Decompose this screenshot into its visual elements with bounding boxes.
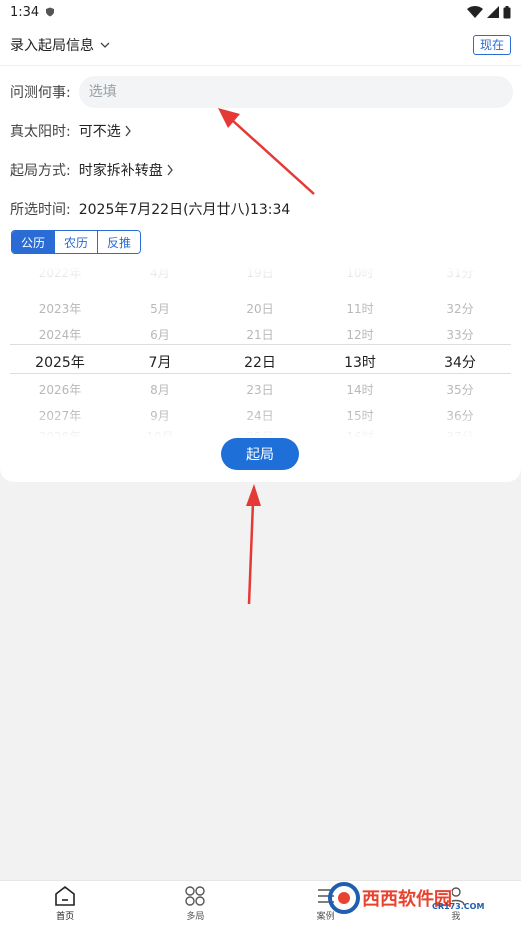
question-input[interactable] <box>78 76 513 108</box>
picker-cell[interactable]: 37分 <box>410 428 510 438</box>
picker-cell[interactable]: 25日 <box>210 428 310 438</box>
method-label: 起局方式: <box>10 163 71 179</box>
picker-cell[interactable]: 33分 <box>410 326 510 343</box>
tab-multi-label: 多局 <box>186 912 205 922</box>
signal-icon <box>487 6 499 18</box>
minute-wheel[interactable]: 31分 32分 33分 34分 35分 36分 37分 <box>410 266 510 438</box>
calendar-segmented-control: 公历 农历 反推 <box>11 230 142 254</box>
picker-cell[interactable]: 32分 <box>410 300 510 317</box>
picker-cell[interactable]: 31分 <box>410 266 510 281</box>
picker-cell-selected[interactable]: 7月 <box>110 352 210 372</box>
picker-cell[interactable]: 8月 <box>110 381 210 398</box>
picker-cell[interactable]: 5月 <box>110 300 210 317</box>
entry-card: 录入起局信息 现在 问测何事: 真太阳时: 可不选 起局方式: 时家拆补转盘 所… <box>0 24 521 482</box>
datetime-picker[interactable]: 2022年 2023年 2024年 2025年 2026年 2027年 2028… <box>10 266 511 438</box>
picker-cell[interactable]: 2026年 <box>10 381 110 398</box>
page-title[interactable]: 录入起局信息 <box>10 35 94 55</box>
wifi-icon <box>467 6 483 18</box>
tab-home[interactable]: 首页 <box>0 881 130 926</box>
picker-cell[interactable]: 14时 <box>310 381 410 398</box>
picker-cell[interactable]: 23日 <box>210 381 310 398</box>
selected-time-label: 所选时间: <box>10 202 71 218</box>
picker-cell-selected[interactable]: 34分 <box>410 352 510 372</box>
watermark: 西西软件园 CR173.COM <box>322 880 502 916</box>
picker-cell[interactable]: 9月 <box>110 407 210 424</box>
picker-cell[interactable]: 2028年 <box>10 428 110 438</box>
picker-cell[interactable]: 6月 <box>110 326 210 343</box>
picker-cell[interactable]: 10月 <box>110 428 210 438</box>
selected-time-value: 2025年7月22日(六月廿八)13:34 <box>78 202 291 218</box>
picker-cell[interactable]: 15时 <box>310 407 410 424</box>
picker-cell[interactable]: 36分 <box>410 407 510 424</box>
picker-cell[interactable]: 20日 <box>210 300 310 317</box>
chevron-right-icon[interactable] <box>166 164 174 176</box>
picker-cell-selected[interactable]: 13时 <box>310 352 410 372</box>
header-bar: 录入起局信息 现在 <box>0 24 521 66</box>
picker-cell[interactable]: 10时 <box>310 266 410 281</box>
picker-cell[interactable]: 12时 <box>310 326 410 343</box>
watermark-logo-icon <box>328 882 360 914</box>
picker-cell-selected[interactable]: 22日 <box>210 352 310 372</box>
status-bar: 1:34 <box>0 0 521 24</box>
annotation-arrow-bottom <box>246 484 261 605</box>
picker-cell[interactable]: 11时 <box>310 300 410 317</box>
question-label: 问测何事: <box>10 85 71 101</box>
chevron-down-icon[interactable] <box>100 40 110 50</box>
solar-time-label: 真太阳时: <box>10 124 71 140</box>
hour-wheel[interactable]: 10时 11时 12时 13时 14时 15时 16时 <box>310 266 410 438</box>
tab-solar-calendar[interactable]: 公历 <box>12 231 56 253</box>
day-wheel[interactable]: 19日 20日 21日 22日 23日 24日 25日 <box>210 266 310 438</box>
picker-cell[interactable]: 19日 <box>210 266 310 281</box>
now-button[interactable]: 现在 <box>472 34 511 55</box>
picker-cell[interactable]: 2022年 <box>10 266 110 281</box>
picker-cell[interactable]: 2023年 <box>10 300 110 317</box>
picker-cell[interactable]: 24日 <box>210 407 310 424</box>
picker-cell[interactable]: 21日 <box>210 326 310 343</box>
picker-cell[interactable]: 2027年 <box>10 407 110 424</box>
solar-time-value[interactable]: 可不选 <box>79 121 121 141</box>
shield-icon <box>46 7 55 17</box>
chevron-right-icon[interactable] <box>124 125 132 137</box>
picker-cell-selected[interactable]: 2025年 <box>10 352 110 372</box>
picker-cell[interactable]: 4月 <box>110 266 210 281</box>
status-time: 1:34 <box>10 4 40 20</box>
selected-time-row: 所选时间: 2025年7月22日(六月廿八)13:34 <box>10 199 290 219</box>
grid-icon[interactable] <box>184 885 206 907</box>
tab-multi[interactable]: 多局 <box>130 881 260 926</box>
picker-cell[interactable]: 2024年 <box>10 326 110 343</box>
year-wheel[interactable]: 2022年 2023年 2024年 2025年 2026年 2027年 2028… <box>10 266 110 438</box>
picker-cell[interactable]: 35分 <box>410 381 510 398</box>
start-button[interactable]: 起局 <box>221 438 299 470</box>
question-row: 问测何事: <box>10 76 513 108</box>
home-icon[interactable] <box>54 885 76 907</box>
battery-icon <box>503 5 511 18</box>
tab-lunar-calendar[interactable]: 农历 <box>55 231 99 253</box>
solar-time-row[interactable]: 真太阳时: 可不选 <box>10 121 132 141</box>
watermark-subtext: CR173.COM <box>432 902 485 911</box>
tab-reverse[interactable]: 反推 <box>98 231 141 253</box>
month-wheel[interactable]: 4月 5月 6月 7月 8月 9月 10月 <box>110 266 210 438</box>
tab-home-label: 首页 <box>56 912 75 922</box>
picker-cell[interactable]: 16时 <box>310 428 410 438</box>
method-value[interactable]: 时家拆补转盘 <box>79 160 163 180</box>
method-row[interactable]: 起局方式: 时家拆补转盘 <box>10 160 174 180</box>
